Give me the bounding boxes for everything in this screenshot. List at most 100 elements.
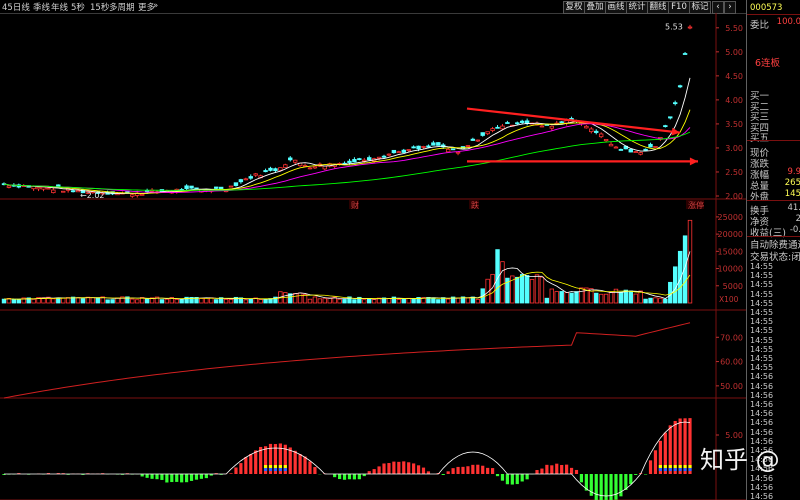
candle-body [139, 193, 145, 196]
volume-bar [386, 298, 392, 304]
macd-bar [194, 474, 199, 480]
macd-bar-overlay [263, 465, 268, 468]
volume-bar [95, 297, 100, 304]
candle-body [184, 185, 189, 189]
price-axis-label: 4.00 [725, 96, 743, 105]
more-arrow-icon[interactable]: » [153, 1, 158, 11]
macd-bar [540, 468, 544, 474]
ma5-line [3, 77, 691, 195]
tick-time: 14:56 [750, 482, 774, 492]
candle-body [248, 176, 253, 179]
period-tab-2[interactable]: 年线 [51, 1, 68, 13]
candle-body [431, 142, 436, 146]
volume-axis-label: 15000 [718, 247, 743, 256]
macd-bar [629, 474, 633, 485]
volume-bar [445, 298, 451, 304]
tick-time: 14:55 [750, 271, 774, 281]
volume-bar [411, 298, 416, 304]
indicator-axis-label: 70.00 [720, 333, 743, 342]
candle-body [391, 149, 397, 154]
candle-body [485, 131, 490, 135]
macd-bar [456, 466, 460, 474]
macd-bar [510, 474, 514, 485]
price-value-4: 145 [784, 189, 800, 199]
candle-body [189, 185, 194, 189]
volume-bar [11, 299, 17, 304]
macd-bar [254, 450, 258, 474]
volume-bar [534, 274, 540, 304]
candle-body [436, 142, 441, 146]
volume-bar [663, 298, 668, 304]
tick-time: 14:55 [750, 326, 774, 336]
candle-body [288, 157, 293, 161]
macd-bar [520, 474, 524, 482]
macd-bar [249, 453, 253, 474]
macd-bar-overlay [263, 468, 268, 471]
candle-body [51, 189, 56, 194]
macd-bar [155, 474, 159, 480]
volume-bar [608, 291, 614, 304]
candle-body [643, 148, 648, 151]
candle-body [663, 125, 668, 128]
rp-divider-4 [747, 236, 800, 237]
candle-body [376, 156, 382, 159]
macd-bar [293, 450, 297, 474]
macd-axis-label: 5.00 [725, 431, 743, 440]
price-axis-label: 5.00 [725, 48, 743, 57]
macd-bar [579, 474, 584, 483]
candle-body [633, 151, 638, 153]
period-tab-4[interactable]: 15秒 [90, 1, 109, 13]
high-price-label: 5.53 [665, 22, 683, 31]
volume-bar [475, 298, 480, 304]
volume-bar [648, 297, 653, 304]
macd-bar [234, 467, 238, 474]
volume-bar [569, 292, 574, 304]
candle-body [450, 148, 456, 151]
period-tab-5[interactable]: 多周期 [109, 1, 135, 13]
candle-body [500, 125, 505, 130]
volume-bar [105, 299, 110, 304]
candle-body [672, 102, 678, 105]
candle-body [628, 149, 633, 153]
candle-body [214, 186, 219, 189]
macd-bar-overlay [683, 465, 687, 468]
macd-bar [402, 461, 406, 474]
arrow-head [689, 157, 698, 166]
rp-divider-1 [747, 14, 800, 15]
volume-bar [515, 276, 520, 304]
volume-bar [549, 288, 555, 304]
volume-bar [554, 291, 559, 304]
macd-bar [451, 468, 455, 474]
volume-bar [307, 298, 313, 304]
period-tab-3[interactable]: 5秒 [71, 1, 85, 13]
candle-body [36, 186, 41, 190]
tick-time: 14:55 [750, 344, 774, 354]
candle-body [520, 120, 525, 123]
macd-bar [189, 474, 194, 481]
candle-body [668, 116, 673, 119]
macd-bar [150, 474, 154, 479]
price-axis-label: 2.50 [725, 168, 743, 177]
macd-bar-overlay [688, 468, 692, 471]
period-tab-1[interactable]: 季线 [33, 1, 50, 13]
volume-axis-label: 25000 [718, 213, 743, 222]
volume-bar [75, 297, 81, 304]
tick-time: 14:56 [750, 372, 774, 382]
period-tab-0[interactable]: 45日线 [2, 1, 30, 13]
candle-body [144, 190, 150, 193]
candle-body [584, 125, 589, 129]
buy-level-5: 买五 [750, 133, 770, 144]
volume-bar [16, 299, 22, 304]
volume-bar [80, 298, 86, 304]
macd-bar [180, 474, 184, 483]
turnover-value-0: 41. [787, 203, 800, 213]
volume-bar [529, 279, 535, 304]
candle-body [648, 143, 653, 148]
chart-area[interactable]: 5.50 5.00 4.50 4.00 3.50 3.00 2.50 2.00 25000 200… [0, 13, 746, 500]
chart-toolbar: 45日线 季线 年线 5秒 15秒 多周期 更多» 复权 叠加 画线 统计 翻线 F10 标记 ‹ › [0, 0, 746, 14]
volume-bar [179, 299, 184, 304]
macd-bar [382, 463, 386, 474]
macd-bar [500, 474, 505, 481]
macd-bar [614, 474, 618, 500]
volume-bar [672, 266, 678, 304]
